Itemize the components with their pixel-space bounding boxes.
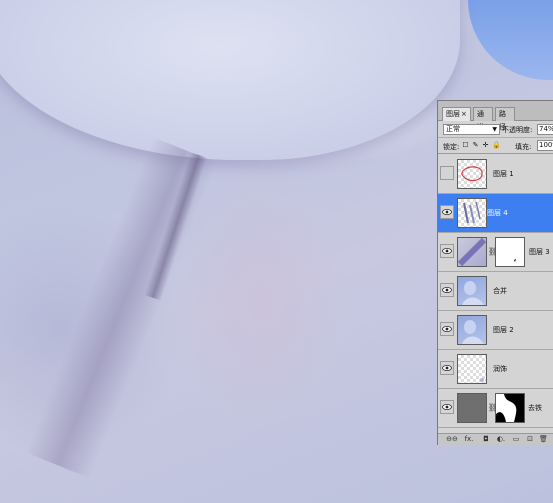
panel-footer: ⊖⊖ fx. ◘ ◐. ▭ ⊡ 🗑 xyxy=(438,433,553,445)
layer-thumbnail xyxy=(457,159,487,189)
layer-name: 润饰 xyxy=(493,365,507,373)
lock-label: 锁定: xyxy=(443,143,460,151)
opacity-field[interactable]: 74% xyxy=(537,124,553,135)
tab-layers-label: 图层 xyxy=(446,110,460,118)
layers-panel: 图层× 通道 路径 正常 ▼ 不透明度: 74% 锁定: ☐ ✎ ✛ 🔒 填充:… xyxy=(437,100,553,445)
eye-icon[interactable] xyxy=(440,361,454,375)
link-layers-icon[interactable]: ⊖⊖ xyxy=(446,435,458,443)
lock-position-icon[interactable]: ✛ xyxy=(482,142,489,149)
close-icon[interactable]: × xyxy=(461,110,467,118)
eye-icon[interactable] xyxy=(440,400,454,414)
eye-icon[interactable] xyxy=(440,283,454,297)
layer-name: 图层 2 xyxy=(493,326,514,334)
new-group-icon[interactable]: ▭ xyxy=(512,435,520,443)
layer-style-icon[interactable]: fx. xyxy=(464,435,474,443)
layer-name: 图层 3 xyxy=(529,248,550,256)
lock-transparent-icon[interactable]: ☐ xyxy=(462,142,469,149)
layer-row[interactable]: 合并 xyxy=(438,272,553,311)
layer-row[interactable]: 图层 2 xyxy=(438,311,553,350)
tab-channels[interactable]: 通道 xyxy=(473,107,493,131)
adjustment-layer-icon[interactable]: ◐. xyxy=(496,435,506,443)
visibility-toggle-empty[interactable] xyxy=(440,166,454,180)
layer-name: 合并 xyxy=(493,287,507,295)
layer-mask-thumbnail[interactable] xyxy=(495,393,525,423)
layer-thumbnail xyxy=(457,276,487,306)
layer-name: 图层 4 xyxy=(487,209,508,217)
eye-icon[interactable] xyxy=(440,322,454,336)
fill-label: 填充: xyxy=(515,143,532,151)
link-icon: ⛓ xyxy=(488,403,499,412)
eye-icon[interactable] xyxy=(440,205,454,219)
layer-row[interactable]: ⛓ 去铁 xyxy=(438,389,553,428)
layer-thumbnail xyxy=(457,315,487,345)
layer-row[interactable]: 润饰 xyxy=(438,350,553,389)
layer-thumbnail xyxy=(457,354,487,384)
panel-tab-bar: 图层× 通道 路径 xyxy=(438,101,553,131)
layer-row-selected[interactable]: 图层 4 xyxy=(438,194,553,233)
new-layer-icon[interactable]: ⊡ xyxy=(526,435,534,443)
layer-name: 图层 1 xyxy=(493,170,514,178)
chevron-down-icon: ▼ xyxy=(492,126,497,133)
lock-all-icon[interactable]: 🔒 xyxy=(492,142,501,149)
layer-thumbnail xyxy=(457,393,487,423)
layer-name: 去铁 xyxy=(528,404,542,412)
layer-row[interactable]: 图层 1 xyxy=(438,155,553,194)
canvas-shoulder-form xyxy=(0,0,460,160)
eye-icon[interactable] xyxy=(440,244,454,258)
blend-row: 正常 ▼ 不透明度: 74% xyxy=(438,122,553,138)
layer-row[interactable]: ⛓ 图层 3 xyxy=(438,233,553,272)
lock-paint-icon[interactable]: ✎ xyxy=(472,142,479,149)
layer-thumbnail xyxy=(457,237,487,267)
fill-field[interactable]: 100% xyxy=(537,140,553,151)
add-mask-icon[interactable]: ◘ xyxy=(482,435,490,443)
blend-mode-select[interactable]: 正常 ▼ xyxy=(443,124,500,135)
blend-mode-value: 正常 xyxy=(446,125,460,133)
tab-layers[interactable]: 图层× xyxy=(442,107,471,121)
canvas-background-sky xyxy=(468,0,553,80)
layer-list: 图层 1 图层 4 ⛓ 图层 3 合并 图层 2 润饰 ⛓ 去铁 xyxy=(438,155,553,433)
layer-thumbnail xyxy=(457,198,487,228)
delete-layer-icon[interactable]: 🗑 xyxy=(539,435,548,443)
layer-mask-thumbnail[interactable] xyxy=(495,237,525,267)
link-icon: ⛓ xyxy=(488,247,499,256)
lock-row: 锁定: ☐ ✎ ✛ 🔒 填充: 100% xyxy=(438,138,553,154)
opacity-label: 不透明度: xyxy=(502,126,533,134)
tab-paths[interactable]: 路径 xyxy=(495,107,515,131)
